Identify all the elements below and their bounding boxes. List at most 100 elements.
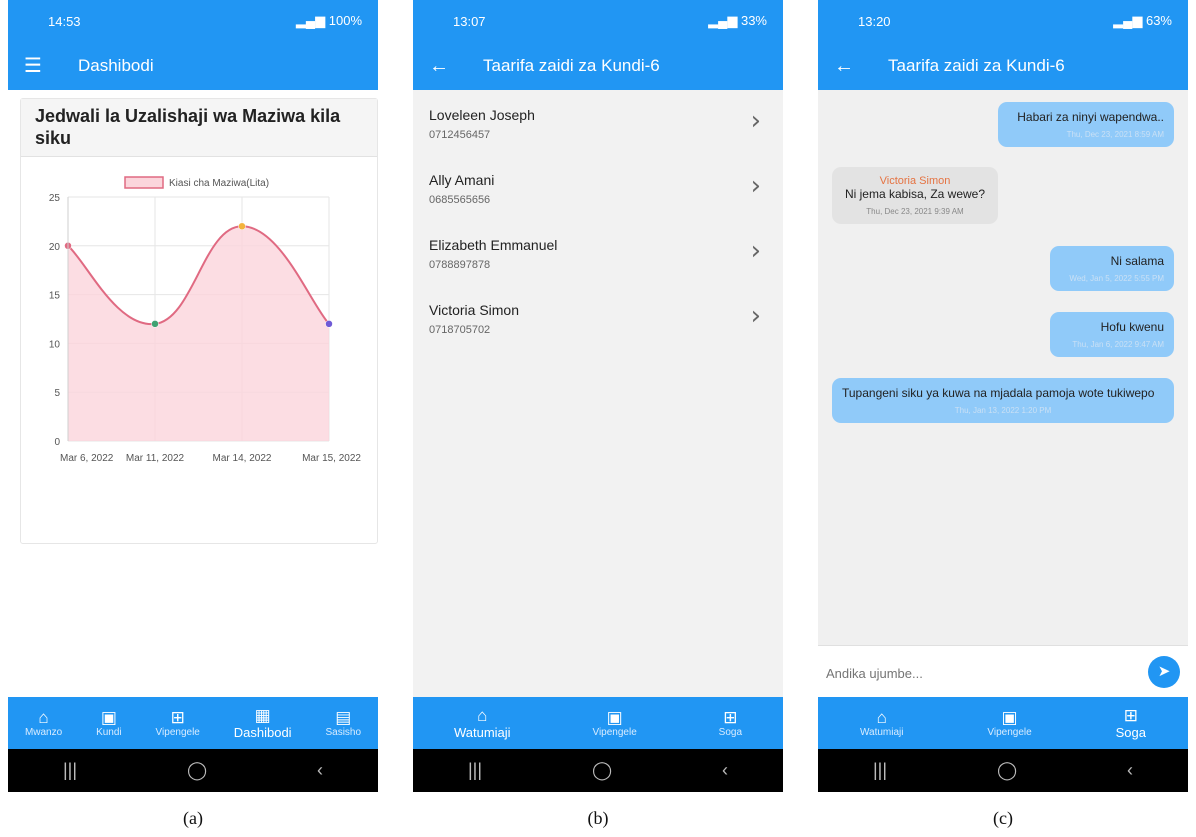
status-right: ▂▄▆ 100% — [296, 13, 362, 29]
person-box-icon: ▣ — [1001, 707, 1018, 727]
nav-item-label: Watumiaji — [453, 724, 511, 740]
y-tick-label: 20 — [49, 242, 61, 253]
status-right: ▂▄▆ 63% — [1113, 13, 1172, 29]
my-message-bubble[interactable]: Hofu kwenu Thu, Jan 6, 2022 9:47 AM — [1050, 312, 1174, 357]
member-phone: 0712456457 — [429, 129, 491, 141]
recent-apps-icon[interactable]: ||| — [63, 760, 77, 781]
back-arrow-icon[interactable]: ← — [834, 56, 856, 76]
recent-apps-icon[interactable]: ||| — [873, 760, 887, 781]
system-navigation-bar: ||| ◯ ‹ — [818, 749, 1188, 792]
signal-icon: ▂▄▆ — [708, 13, 741, 28]
caption-a: (a) — [183, 808, 203, 828]
y-tick-label: 25 — [49, 193, 61, 204]
chart-card-title: Jedwali la Uzalishaji wa Maziwa kila sik… — [21, 99, 377, 157]
legend-label: Kiasi cha Maziwa(Lita) — [169, 178, 269, 189]
received-message-bubble[interactable]: Victoria Simon Ni jema kabisa, Za wewe? Th… — [832, 167, 998, 224]
y-tick-label: 10 — [49, 339, 61, 350]
back-icon[interactable]: ‹ — [1127, 760, 1133, 781]
message-text: Ni jema kabisa, Za wewe? — [844, 187, 986, 201]
x-tick-label: Mar 15, 2022 — [302, 453, 361, 464]
x-tick-label: Mar 14, 2022 — [213, 453, 272, 464]
nav-item-vipengele[interactable]: ▣ Vipengele — [987, 707, 1032, 738]
bottom-navigation: ⌂ Watumiaji ▣ Vipengele ⊞ Soga — [413, 697, 783, 749]
data-point — [325, 320, 333, 328]
recent-apps-icon[interactable]: ||| — [468, 760, 482, 781]
nav-item-watumiaji[interactable]: ⌂ Watumiaji — [860, 707, 904, 738]
status-time: 14:53 — [48, 13, 81, 29]
member-row[interactable]: Victoria Simon 0718705702 › — [413, 287, 783, 351]
status-bar: 14:53 ▂▄▆ 100% — [8, 0, 378, 42]
message-sender: Victoria Simon — [879, 175, 951, 187]
status-battery: 63% — [1145, 13, 1172, 28]
message-input[interactable] — [826, 666, 1126, 681]
caption-c: (c) — [993, 808, 1013, 828]
back-icon[interactable]: ‹ — [317, 760, 323, 781]
member-name: Ally Amani — [429, 172, 495, 188]
message-text: Ni salama — [1110, 254, 1164, 268]
series-area — [68, 226, 329, 441]
home-icon: ⌂ — [876, 707, 887, 727]
home-button-icon[interactable]: ◯ — [592, 760, 612, 781]
nav-item-dashibodi[interactable]: ▦ Dashibodi — [234, 705, 292, 740]
nav-item-label: Vipengele — [987, 726, 1032, 738]
status-time: 13:20 — [858, 13, 891, 29]
message-time: Thu, Jan 13, 2022 1:20 PM — [954, 406, 1052, 415]
y-tick-label: 0 — [54, 437, 60, 448]
chevron-right-icon: › — [750, 301, 761, 331]
dashboard-icon: ▦ — [254, 705, 271, 725]
message-text: Hofu kwenu — [1100, 320, 1164, 334]
my-message-bubble[interactable]: Habari za ninyi wapendwa.. Thu, Dec 23, 2… — [998, 102, 1174, 147]
chevron-right-icon: › — [750, 171, 761, 201]
home-icon: ⌂ — [38, 707, 49, 727]
home-button-icon[interactable]: ◯ — [997, 760, 1017, 781]
home-button-icon[interactable]: ◯ — [187, 760, 207, 781]
x-tick-label: Mar 11, 2022 — [126, 453, 185, 464]
member-phone: 0685565656 — [429, 194, 491, 206]
status-battery: 100% — [328, 13, 362, 28]
member-row[interactable]: Ally Amani 0685565656 › — [413, 157, 783, 221]
my-message-bubble[interactable]: Ni salama Wed, Jan 5, 2022 5:55 PM — [1050, 246, 1174, 291]
back-icon[interactable]: ‹ — [722, 760, 728, 781]
x-tick-label: Mar 6, 2022 — [60, 453, 114, 464]
nav-item-label: Vipengele — [155, 726, 200, 738]
grid-icon: ⊞ — [723, 707, 738, 727]
app-bar: ← Taarifa zaidi za Kundi-6 — [413, 42, 783, 90]
nav-item-label: Kundi — [96, 726, 122, 738]
person-box-icon: ▣ — [606, 707, 623, 727]
nav-item-label: Soga — [718, 726, 743, 738]
phone-screen-dashboard: 14:53 ▂▄▆ 100% ☰ Dashibodi Jedwali la Uz… — [8, 0, 378, 792]
status-right: ▂▄▆ 33% — [708, 13, 767, 29]
nav-item-sasisho[interactable]: ▤ Sasisho — [325, 707, 362, 738]
message-text: Tupangeni siku ya kuwa na mjadala pamoja… — [842, 386, 1155, 400]
member-row[interactable]: Loveleen Joseph 0712456457 › — [413, 92, 783, 156]
nav-item-soga[interactable]: ⊞ Soga — [718, 707, 743, 738]
nav-item-label: Vipengele — [592, 726, 637, 738]
message-time: Thu, Jan 6, 2022 9:47 AM — [1072, 340, 1164, 349]
grid-icon: ⊞ — [1123, 705, 1138, 725]
nav-item-soga[interactable]: ⊞ Soga — [1116, 705, 1146, 740]
home-icon: ⌂ — [477, 705, 488, 725]
message-time: Wed, Jan 5, 2022 5:55 PM — [1069, 274, 1164, 283]
page-title: Taarifa zaidi za Kundi-6 — [888, 56, 1065, 75]
signal-icon: ▂▄▆ — [295, 13, 329, 28]
back-arrow-icon[interactable]: ← — [429, 56, 451, 76]
page-title: Dashibodi — [78, 56, 154, 75]
data-point — [151, 320, 159, 328]
nav-item-vipengele[interactable]: ▣ Vipengele — [592, 707, 637, 738]
member-name: Victoria Simon — [429, 302, 520, 318]
nav-item-mwanzo[interactable]: ⌂ Mwanzo — [25, 707, 62, 738]
chart-card: Jedwali la Uzalishaji wa Maziwa kila sik… — [20, 98, 378, 544]
nav-item-watumiaji[interactable]: ⌂ Watumiaji — [453, 705, 511, 740]
chevron-right-icon: › — [750, 106, 761, 136]
app-bar: ☰ Dashibodi — [8, 42, 378, 90]
system-navigation-bar: ||| ◯ ‹ — [413, 749, 783, 792]
menu-icon[interactable]: ☰ — [24, 56, 46, 76]
send-button[interactable]: ➤ — [1148, 656, 1180, 688]
update-icon: ▤ — [335, 707, 352, 727]
nav-item-kundi[interactable]: ▣ Kundi — [96, 708, 122, 738]
member-row[interactable]: Elizabeth Emmanuel 0788897878 › — [413, 222, 783, 286]
y-tick-label: 15 — [49, 291, 61, 302]
my-message-bubble[interactable]: Tupangeni siku ya kuwa na mjadala pamoja… — [832, 378, 1174, 423]
nav-item-vipengele[interactable]: ⊞ Vipengele — [155, 708, 200, 738]
nav-item-label: Sasisho — [325, 726, 362, 738]
